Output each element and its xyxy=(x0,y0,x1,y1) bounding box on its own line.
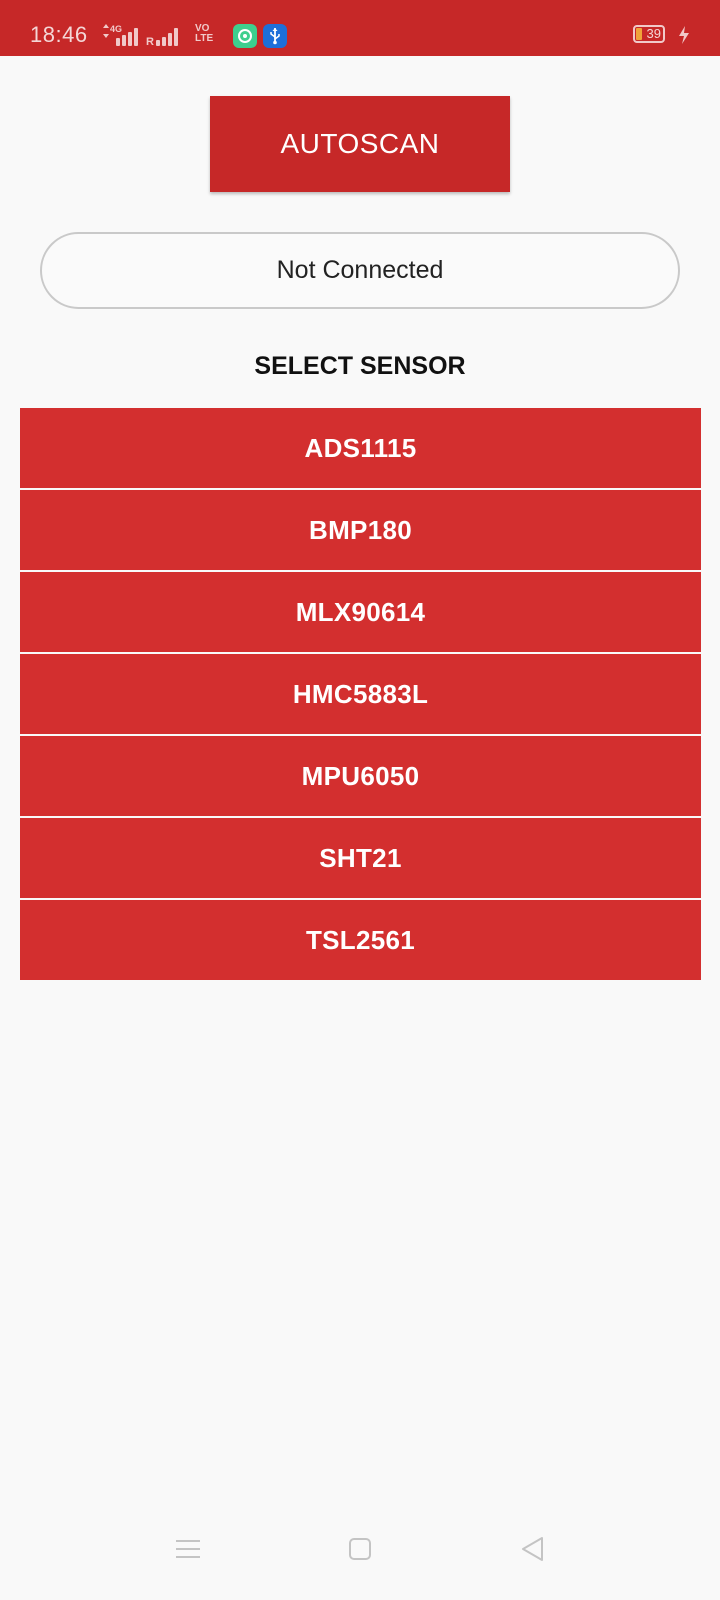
sensor-button-ads1115[interactable]: ADS1115 xyxy=(20,408,701,488)
sensor-button-mpu6050[interactable]: MPU6050 xyxy=(20,736,701,816)
connection-status: Not Connected xyxy=(40,232,680,309)
sensor-button-mlx90614[interactable]: MLX90614 xyxy=(20,572,701,652)
sensor-button-hmc5883l[interactable]: HMC5883L xyxy=(20,654,701,734)
sensor-button-sht21[interactable]: SHT21 xyxy=(20,818,701,898)
usb-icon xyxy=(263,24,287,48)
menu-icon[interactable] xyxy=(168,1529,208,1569)
status-bar: 18:46 4G R VO LTE 39 xyxy=(0,0,720,56)
sensor-list: ADS1115 BMP180 MLX90614 HMC5883L MPU6050… xyxy=(20,408,701,980)
app-notification-icon xyxy=(233,24,257,48)
home-square-icon[interactable] xyxy=(340,1529,380,1569)
sensor-button-tsl2561[interactable]: TSL2561 xyxy=(20,900,701,980)
back-triangle-icon[interactable] xyxy=(512,1529,552,1569)
volte-icon: VO LTE xyxy=(195,24,213,44)
sensor-button-bmp180[interactable]: BMP180 xyxy=(20,490,701,570)
select-sensor-title: SELECT SENSOR xyxy=(254,352,466,380)
battery-icon: 39 xyxy=(633,25,665,43)
roaming-label: R xyxy=(146,36,154,48)
autoscan-button[interactable]: AUTOSCAN xyxy=(210,96,510,192)
charging-bolt-icon xyxy=(679,26,689,44)
volte-bottom-label: LTE xyxy=(195,33,214,44)
navigation-bar xyxy=(0,1515,720,1600)
battery-level: 39 xyxy=(646,26,661,41)
status-time: 18:46 xyxy=(30,22,88,47)
connection-status-text: Not Connected xyxy=(276,256,444,284)
